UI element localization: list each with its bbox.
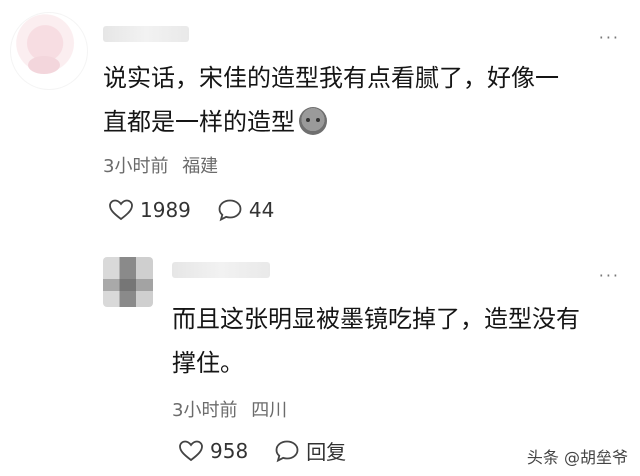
comment-bubble-icon bbox=[275, 440, 299, 462]
more-icon[interactable]: ··· bbox=[599, 28, 620, 47]
comment-text-line-2: 直都是一样的造型 bbox=[103, 108, 295, 136]
username-blurred[interactable] bbox=[172, 262, 270, 278]
reply-label: 回复 bbox=[306, 440, 347, 464]
heart-icon bbox=[179, 440, 203, 461]
comment-text: 说实话，宋佳的造型我有点看腻了，好像一 直都是一样的造型 bbox=[103, 56, 623, 144]
like-button[interactable]: 958 bbox=[178, 439, 248, 463]
reply-count: 44 bbox=[248, 198, 275, 222]
comment-actions: 958 回复 bbox=[178, 436, 372, 465]
like-count: 958 bbox=[210, 438, 249, 463]
like-button[interactable]: 1989 bbox=[108, 198, 191, 222]
avatar[interactable] bbox=[103, 257, 153, 307]
reply-button[interactable]: 44 bbox=[217, 198, 274, 222]
emoji-icon bbox=[299, 107, 327, 135]
comment-item-1: ··· 说实话，宋佳的造型我有点看腻了，好像一 直都是一样的造型 3小时前 福建… bbox=[0, 0, 640, 240]
username-blurred[interactable] bbox=[103, 26, 189, 42]
comment-location: 四川 bbox=[251, 400, 288, 421]
more-icon[interactable]: ··· bbox=[599, 266, 620, 285]
comment-meta: 3小时前 四川 bbox=[172, 396, 287, 422]
comment-text-line-1: 说实话，宋佳的造型我有点看腻了，好像一 bbox=[103, 64, 559, 92]
comment-text-line-2: 撑住。 bbox=[172, 349, 244, 377]
heart-icon bbox=[109, 199, 133, 221]
avatar[interactable] bbox=[10, 12, 88, 90]
reply-button[interactable]: 回复 bbox=[274, 436, 346, 465]
comment-actions: 1989 44 bbox=[108, 198, 300, 222]
comment-time: 3小时前 bbox=[172, 400, 238, 421]
like-count: 1989 bbox=[140, 198, 191, 222]
comment-location: 福建 bbox=[182, 156, 219, 177]
comment-text: 而且这张明显被墨镜吃掉了，造型没有 撑住。 bbox=[172, 297, 622, 385]
comment-time: 3小时前 bbox=[103, 156, 169, 177]
comment-text-line-1: 而且这张明显被墨镜吃掉了，造型没有 bbox=[172, 305, 580, 333]
comment-bubble-icon bbox=[218, 199, 242, 222]
watermark: 头条 @胡垒爷 bbox=[526, 448, 628, 467]
comment-meta: 3小时前 福建 bbox=[103, 152, 218, 178]
